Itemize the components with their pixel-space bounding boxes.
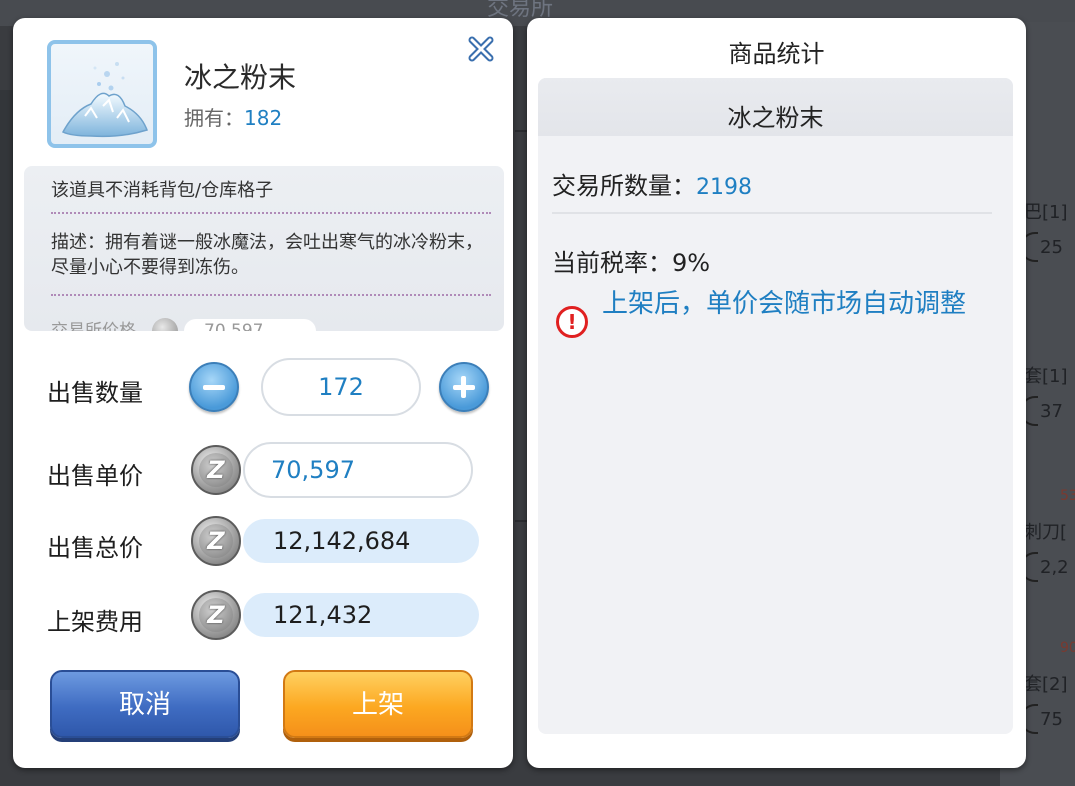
- background-item-price-value: 25: [1040, 236, 1063, 258]
- background-item-price: 25: [1020, 232, 1063, 262]
- background-item-badge: 90: [1060, 640, 1075, 656]
- truncated-value: 70,597: [184, 319, 316, 331]
- owned-label: 拥有：: [184, 106, 244, 130]
- item-description: 描述：拥有着谜一般冰魔法，会吐出寒气的冰冷粉末，尽量小心不要得到冻伤。: [51, 232, 483, 278]
- unit-price-label: 出售单价: [47, 462, 143, 490]
- close-icon[interactable]: [466, 34, 496, 64]
- quantity-input[interactable]: 172: [261, 358, 421, 416]
- statistics-title: 商品统计: [728, 40, 825, 68]
- background-divider: [515, 520, 527, 522]
- statistics-item-name: 冰之粉末: [727, 104, 824, 132]
- minus-icon: [203, 385, 225, 390]
- zeny-coin-icon: [152, 318, 178, 331]
- dotted-divider: [51, 212, 491, 214]
- background-left-strip: [0, 90, 14, 690]
- decrease-quantity-button[interactable]: [189, 362, 239, 412]
- item-statistics-panel: 商品统计 冰之粉末 交易所数量：2198 当前税率：9% ! 上架后，单价会随市…: [527, 18, 1026, 768]
- unit-price-input[interactable]: 70,597: [243, 442, 473, 498]
- item-description-box[interactable]: 该道具不消耗背包/仓库格子 描述：拥有着谜一般冰魔法，会吐出寒气的冰冷粉末，尽量…: [24, 166, 504, 331]
- owned-count: 拥有：182: [184, 102, 282, 131]
- quantity-label: 出售数量: [47, 379, 143, 407]
- background-item-name: 套[1]: [1024, 366, 1068, 387]
- statistics-content: 冰之粉末 交易所数量：2198 当前税率：9% ! 上架后，单价会随市场自动调整: [538, 78, 1013, 734]
- ice-powder-item-icon: [47, 40, 157, 148]
- zeny-coin-icon: Z: [191, 590, 241, 640]
- increase-quantity-button[interactable]: [439, 362, 489, 412]
- dotted-divider: [51, 294, 491, 296]
- background-item-badge: 53: [1060, 488, 1075, 504]
- listing-fee-label: 上架费用: [47, 608, 143, 636]
- list-for-sale-button[interactable]: 上架: [283, 670, 473, 738]
- background-item-price-value: 2,2: [1040, 556, 1069, 578]
- zeny-coin-icon: Z: [191, 516, 241, 566]
- truncated-label: 交易所价格: [51, 321, 136, 331]
- background-divider: [515, 130, 527, 132]
- total-price-label: 出售总价: [47, 534, 143, 562]
- background-item-price-value: 75: [1040, 708, 1063, 730]
- exchange-count: 交易所数量：2198: [552, 166, 752, 201]
- cancel-button[interactable]: 取消: [50, 670, 240, 738]
- truncated-market-price: 交易所价格 70,597: [51, 316, 316, 331]
- exchange-count-label: 交易所数量：: [552, 172, 696, 200]
- price-adjust-warning: 上架后，单价会随市场自动调整: [602, 289, 967, 319]
- total-price-value: 12,142,684: [243, 519, 479, 563]
- zeny-coin-icon: Z: [191, 445, 241, 495]
- background-item-name: 刺刀[: [1024, 522, 1068, 543]
- owned-value: 182: [244, 106, 283, 130]
- background-item-price-value: 37: [1040, 400, 1063, 422]
- background-item-price: 2,2: [1020, 552, 1069, 582]
- slot-note: 该道具不消耗背包/仓库格子: [51, 180, 274, 201]
- background-item-price: 75: [1020, 704, 1063, 734]
- statistics-divider: [552, 212, 992, 214]
- sell-dialog: 冰之粉末 拥有：182 该道具不消耗背包/仓库格子 描述：拥有着谜一般冰魔法，会…: [13, 18, 513, 768]
- unit-price-value: 70,597: [271, 456, 355, 484]
- exchange-count-value: 2198: [696, 175, 752, 200]
- background-item-name: 套[2]: [1024, 674, 1068, 695]
- background-item-name: 巴[1]: [1024, 202, 1068, 223]
- item-name: 冰之粉末: [184, 61, 297, 94]
- listing-fee-value: 121,432: [243, 593, 479, 637]
- warning-icon: !: [556, 306, 588, 338]
- tax-rate: 当前税率：9%: [552, 249, 711, 277]
- background-item-price: 37: [1020, 396, 1063, 426]
